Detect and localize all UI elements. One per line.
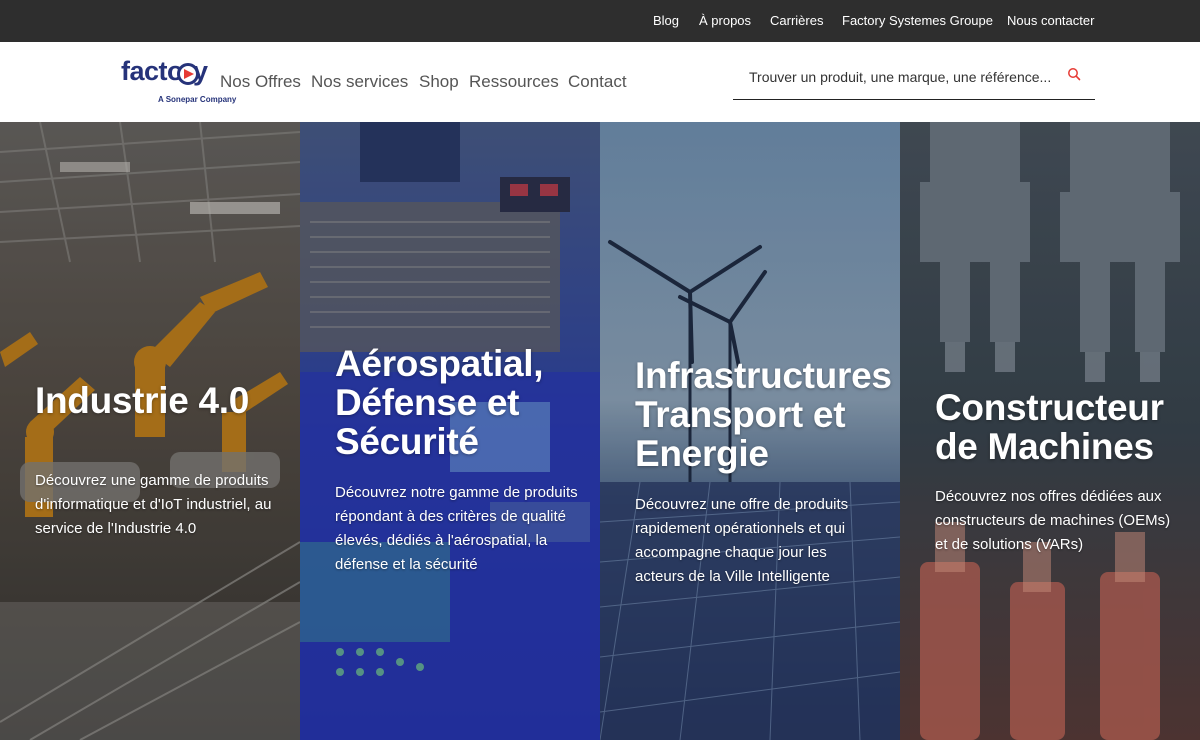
top-utility-bar: Blog À propos Carrières Factory Systemes… bbox=[0, 0, 1200, 42]
panel-title-line: Transport et bbox=[635, 394, 846, 435]
panel-description: Découvrez nos offres dédiées aux constru… bbox=[935, 488, 1171, 553]
panel-aerospatial[interactable]: Aérospatial, Défense et Sécurité Découvr… bbox=[300, 122, 600, 740]
nav-item-shop[interactable]: Shop bbox=[419, 72, 459, 92]
panel-title: Infrastructures Transport et Energie bbox=[635, 356, 892, 473]
panel-title: Industrie 4.0 bbox=[35, 381, 249, 420]
search-bar bbox=[733, 56, 1095, 100]
nav-item-ressources[interactable]: Ressources bbox=[469, 72, 559, 92]
topbar-link-group[interactable]: Factory Systemes Groupe bbox=[842, 13, 993, 28]
panel-title: Constructeur de Machines bbox=[935, 388, 1164, 466]
panel-title-line: Constructeur bbox=[935, 387, 1164, 428]
robotic-assembly-line-image bbox=[0, 122, 300, 740]
panel-title-line: Défense et bbox=[335, 382, 520, 423]
panel-title-line: Energie bbox=[635, 433, 769, 474]
panel-title-line: Infrastructures bbox=[635, 355, 892, 396]
panel-title-line: de Machines bbox=[935, 426, 1154, 467]
panel-constructeur[interactable]: Constructeur de Machines Découvrez nos o… bbox=[900, 122, 1200, 740]
search-input[interactable] bbox=[749, 65, 1059, 89]
panel-description: Découvrez notre gamme de produits répond… bbox=[335, 484, 578, 573]
nav-item-contact[interactable]: Contact bbox=[568, 72, 627, 92]
panel-industrie[interactable]: Industrie 4.0 Découvrez une gamme de pro… bbox=[0, 122, 300, 740]
sector-panels: Industrie 4.0 Découvrez une gamme de pro… bbox=[0, 122, 1200, 740]
topbar-link-about[interactable]: À propos bbox=[699, 13, 751, 28]
panel-title-line: Aérospatial, bbox=[335, 343, 544, 384]
panel-title: Aérospatial, Défense et Sécurité bbox=[335, 343, 544, 462]
topbar-link-careers[interactable]: Carrières bbox=[770, 13, 823, 28]
logo-tagline: A Sonepar Company bbox=[158, 95, 237, 104]
logo-o-mark-icon bbox=[177, 63, 199, 85]
search-icon[interactable] bbox=[1067, 67, 1081, 81]
panel-infrastructures[interactable]: Infrastructures Transport et Energie Déc… bbox=[600, 122, 900, 740]
main-header: factory A Sonepar Company Nos Offres Nos… bbox=[0, 42, 1200, 122]
panel-title-line: Sécurité bbox=[335, 421, 479, 462]
nav-item-offres[interactable]: Nos Offres bbox=[220, 72, 301, 92]
panel-description: Découvrez une offre de produits rapideme… bbox=[635, 496, 849, 585]
panel-description: Découvrez une gamme de produits d'inform… bbox=[35, 472, 272, 537]
nav-item-services[interactable]: Nos services bbox=[311, 72, 408, 92]
topbar-link-blog[interactable]: Blog bbox=[653, 13, 679, 28]
panel-title-line: Industrie 4.0 bbox=[35, 380, 250, 421]
topbar-link-contact[interactable]: Nous contacter bbox=[1007, 13, 1094, 28]
